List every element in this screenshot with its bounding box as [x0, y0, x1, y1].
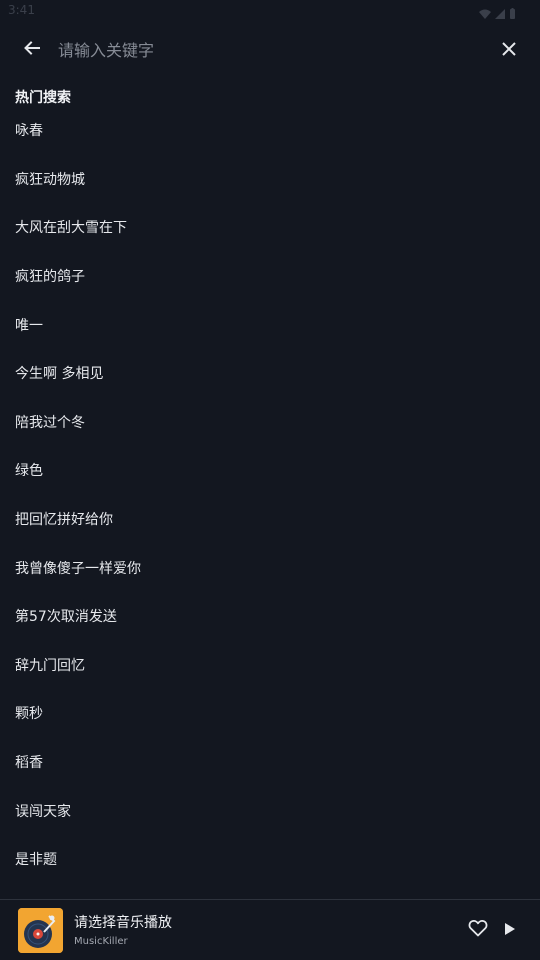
- signal-icon: [495, 4, 505, 23]
- hot-search-item[interactable]: 陪我过个冬: [0, 398, 540, 447]
- hot-search-item[interactable]: 第57次取消发送: [0, 592, 540, 641]
- album-cover[interactable]: [18, 908, 63, 953]
- now-playing-title: 请选择音乐播放: [74, 915, 172, 931]
- hot-search-item[interactable]: 我曾像傻子一样爱你: [0, 543, 540, 592]
- hot-search-title: 热门搜索: [15, 90, 71, 106]
- vinyl-record-icon: [18, 908, 63, 953]
- play-button[interactable]: [498, 918, 522, 942]
- search-input[interactable]: [58, 34, 478, 66]
- now-playing-artist: MusicKiller: [74, 936, 128, 947]
- back-button[interactable]: [14, 32, 50, 68]
- hot-search-item[interactable]: 疯狂动物城: [0, 155, 540, 204]
- status-bar: 3:41: [0, 0, 540, 24]
- hot-search-item[interactable]: 咏春: [0, 106, 540, 155]
- heart-outline-icon: [468, 919, 488, 941]
- hot-search-list: 咏春 疯狂动物城 大风在刮大雪在下 疯狂的鸽子 唯一 今生啊 多相见 陪我过个冬…: [0, 106, 540, 884]
- hot-search-item[interactable]: 唯一: [0, 300, 540, 349]
- hot-search-item[interactable]: 大风在刮大雪在下: [0, 203, 540, 252]
- wifi-icon: [479, 4, 491, 23]
- search-bar: [0, 28, 540, 72]
- status-time: 3:41: [8, 3, 35, 17]
- play-icon: [504, 921, 516, 940]
- hot-search-item[interactable]: 稻香: [0, 738, 540, 787]
- hot-search-item[interactable]: 今生啊 多相见: [0, 349, 540, 398]
- battery-icon: [509, 4, 516, 23]
- hot-search-item[interactable]: 颗秒: [0, 689, 540, 738]
- hot-search-item[interactable]: 辞九门回忆: [0, 641, 540, 690]
- status-icons: [479, 4, 516, 23]
- favorite-button[interactable]: [466, 918, 490, 942]
- hot-search-item[interactable]: 把回忆拼好给你: [0, 495, 540, 544]
- hot-search-item[interactable]: 疯狂的鸽子: [0, 252, 540, 301]
- hot-search-item[interactable]: 是非题: [0, 835, 540, 884]
- arrow-left-icon: [23, 39, 41, 61]
- mini-player[interactable]: 请选择音乐播放 MusicKiller: [0, 899, 540, 960]
- clear-search-button[interactable]: [491, 32, 527, 68]
- hot-search-item[interactable]: 误闯天家: [0, 786, 540, 835]
- close-icon: [502, 41, 516, 60]
- hot-search-item[interactable]: 绿色: [0, 446, 540, 495]
